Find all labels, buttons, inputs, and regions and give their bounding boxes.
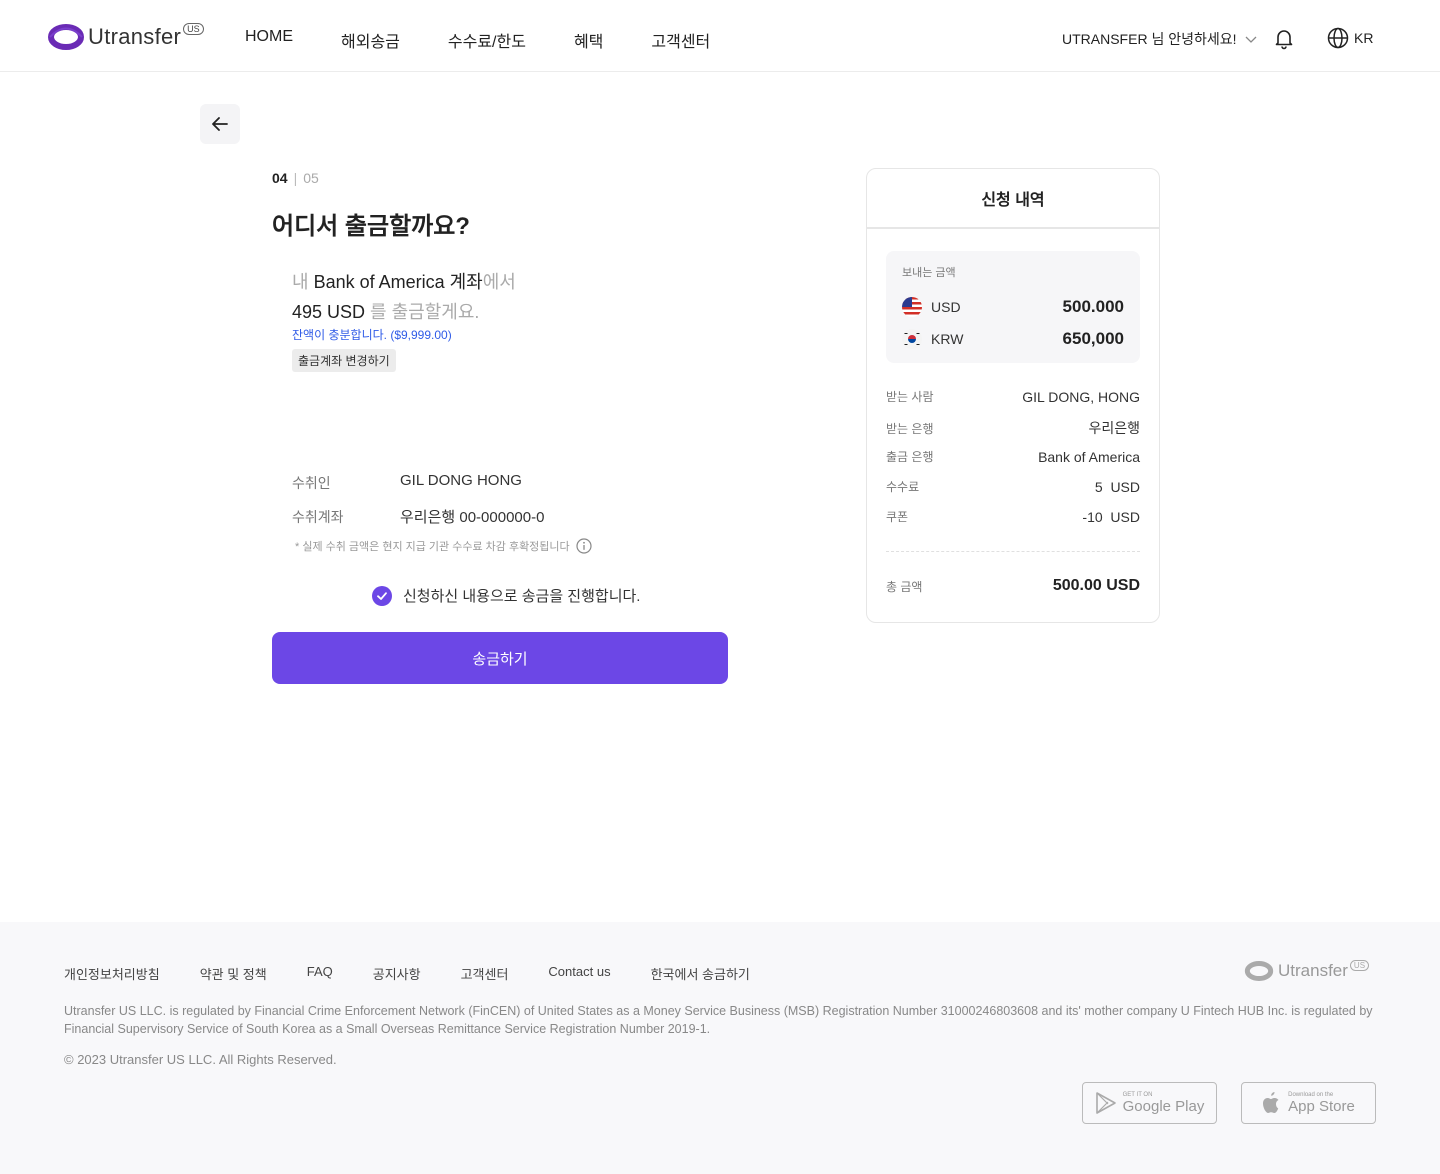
bell-icon[interactable] xyxy=(1272,26,1296,50)
kr-flag-icon xyxy=(902,329,922,349)
usd-value: 500.000 xyxy=(1062,297,1124,316)
summary-row-value: GIL DONG, HONG xyxy=(1022,388,1140,405)
summary-divider xyxy=(886,551,1140,552)
agree-label: 신청하신 내용으로 송금을 진행합니다. xyxy=(403,588,641,605)
logo-text: Utransfer xyxy=(88,24,182,49)
footer-link-terms[interactable]: 약관 및 정책 xyxy=(200,964,267,983)
chevron-down-icon xyxy=(1245,36,1256,43)
logo-badge: US xyxy=(183,23,204,35)
apple-icon xyxy=(1263,1092,1279,1113)
footer: 개인정보처리방침 약관 및 정책 FAQ 공지사항 고객센터 Contact u… xyxy=(0,922,1440,1174)
send-amount-label: 보내는 금액 xyxy=(902,267,956,279)
fee-note-text: * 실제 수취 금액은 현지 지급 기관 수수료 차감 후확정됩니다 xyxy=(295,541,570,553)
summary-title: 신청 내역 xyxy=(866,168,1160,228)
arrow-left-icon xyxy=(212,117,228,131)
summary-row-label: 출금 은행 xyxy=(886,450,934,464)
footer-link-contact[interactable]: Contact us xyxy=(548,964,610,983)
summary-row-coupon: 쿠폰 -10 USD xyxy=(886,508,1140,525)
logo[interactable]: Utransfer US xyxy=(48,23,204,50)
nav-benefits[interactable]: 혜택 xyxy=(574,28,603,52)
summary-row-value: Bank of America xyxy=(1038,448,1140,465)
main-nav: HOME 해외송금 수수료/한도 혜택 고객센터 xyxy=(245,28,758,52)
recipient-account-value: 우리은행 00-000000-0 xyxy=(400,509,545,526)
step-current: 04 xyxy=(272,170,288,186)
summary-row-label: 받는 사람 xyxy=(886,390,934,404)
nav-support[interactable]: 고객센터 xyxy=(651,28,710,52)
app-store-button[interactable]: Download on the App Store xyxy=(1241,1082,1376,1124)
user-menu[interactable]: UTRANSFER 님 안녕하세요! xyxy=(1062,29,1257,49)
footer-copyright: © 2023 Utransfer US LLC. All Rights Rese… xyxy=(64,1052,337,1067)
google-play-button[interactable]: GET IT ON Google Play xyxy=(1082,1082,1217,1124)
summary-row-value: 우리은행 xyxy=(1088,420,1140,436)
footer-link-notice[interactable]: 공지사항 xyxy=(373,964,421,983)
summary-row-value: -10 USD xyxy=(1082,508,1140,525)
footer-link-support[interactable]: 고객센터 xyxy=(461,964,509,983)
step-total: 05 xyxy=(303,170,319,186)
nav-fees-limits[interactable]: 수수료/한도 xyxy=(448,28,526,52)
footer-legal: Utransfer US LLC. is regulated by Financ… xyxy=(64,1004,1373,1036)
krw-value: 650,000 xyxy=(1062,329,1124,348)
withdraw-account-line: 내 Bank of America 계좌에서 xyxy=(292,268,516,294)
step-indicator: 04 | 05 xyxy=(272,170,319,186)
logo-icon xyxy=(1244,961,1274,981)
summary-row-fee: 수수료 5 USD xyxy=(886,478,1140,495)
footer-logo-badge: US xyxy=(1349,959,1370,971)
back-button[interactable] xyxy=(200,104,240,144)
summary-row-label: 쿠폰 xyxy=(886,510,909,524)
summary-row-label: 수수료 xyxy=(886,480,920,494)
footer-link-faq[interactable]: FAQ xyxy=(307,964,333,983)
page-title: 어디서 출금할까요? xyxy=(272,213,470,240)
summary-row-recipient-bank: 받는 은행 우리은행 xyxy=(886,418,1140,438)
google-play-icon xyxy=(1095,1092,1116,1114)
info-icon[interactable] xyxy=(576,538,592,554)
total-value: 500.00 USD xyxy=(1052,577,1140,594)
summary-row-value: 5 USD xyxy=(1094,478,1140,495)
globe-icon xyxy=(1327,27,1349,49)
user-greeting: UTRANSFER 님 안녕하세요! xyxy=(1062,31,1237,47)
agree-checkbox[interactable]: 신청하신 내용으로 송금을 진행합니다. xyxy=(372,585,640,606)
google-play-label: Google Play xyxy=(1122,1098,1205,1115)
withdraw-amount-suffix: 를 출금할게요. xyxy=(365,302,480,322)
summary-row-recipient: 받는 사람 GIL DONG, HONG xyxy=(886,388,1140,405)
logo-icon xyxy=(48,24,84,50)
footer-link-privacy[interactable]: 개인정보처리방침 xyxy=(64,964,160,983)
withdraw-amount-line: 495 USD 를 출금할게요. xyxy=(292,298,479,324)
send-money-button[interactable]: 송금하기 xyxy=(272,632,728,684)
checkmark-icon xyxy=(372,585,392,606)
withdraw-prefix: 내 xyxy=(292,272,314,292)
footer-logo-text: Utransfer xyxy=(1278,961,1348,980)
nav-overseas-remit[interactable]: 해외송금 xyxy=(341,28,400,52)
balance-note: 잔액이 충분합니다. ($9,999.00) xyxy=(292,328,452,342)
recipient-name-label: 수취인 xyxy=(292,475,331,491)
us-flag-icon xyxy=(902,297,922,317)
footer-links: 개인정보처리방침 약관 및 정책 FAQ 공지사항 고객센터 Contact u… xyxy=(64,964,790,983)
change-account-button[interactable]: 출금계좌 변경하기 xyxy=(292,349,396,372)
app-store-label: App Store xyxy=(1288,1098,1355,1115)
krw-code: KRW xyxy=(931,331,964,347)
fee-note: * 실제 수취 금액은 현지 지급 기관 수수료 차감 후확정됩니다 xyxy=(295,538,592,554)
total-label: 총 금액 xyxy=(886,579,923,594)
usd-code: USD xyxy=(931,299,961,315)
withdraw-amount: 495 USD xyxy=(292,302,366,322)
summary-total-row: 총 금액 500.00 USD xyxy=(886,577,1140,595)
nav-home[interactable]: HOME xyxy=(245,28,293,52)
language-selector[interactable]: KR xyxy=(1326,26,1373,50)
krw-row: KRW 650,000 xyxy=(902,329,1124,349)
footer-link-korea[interactable]: 한국에서 송금하기 xyxy=(651,964,750,983)
top-header: Utransfer US HOME 해외송금 수수료/한도 혜택 고객센터 UT… xyxy=(0,0,1440,72)
recipient-name-value: GIL DONG HONG xyxy=(400,472,522,489)
send-amount-box: 보내는 금액 USD 500.000 KRW 650,000 xyxy=(886,251,1140,363)
withdraw-account: Bank of America 계좌 xyxy=(313,272,483,292)
usd-row: USD 500.000 xyxy=(902,297,1124,317)
step-divider: | xyxy=(293,170,298,186)
language-code: KR xyxy=(1354,30,1374,46)
withdraw-suffix: 에서 xyxy=(482,272,516,292)
recipient-account-label: 수취계좌 xyxy=(292,509,344,525)
footer-logo: Utransfer US xyxy=(1244,959,1370,982)
summary-row-withdraw-bank: 출금 은행 Bank of America xyxy=(886,448,1140,465)
summary-row-label: 받는 은행 xyxy=(886,421,934,436)
